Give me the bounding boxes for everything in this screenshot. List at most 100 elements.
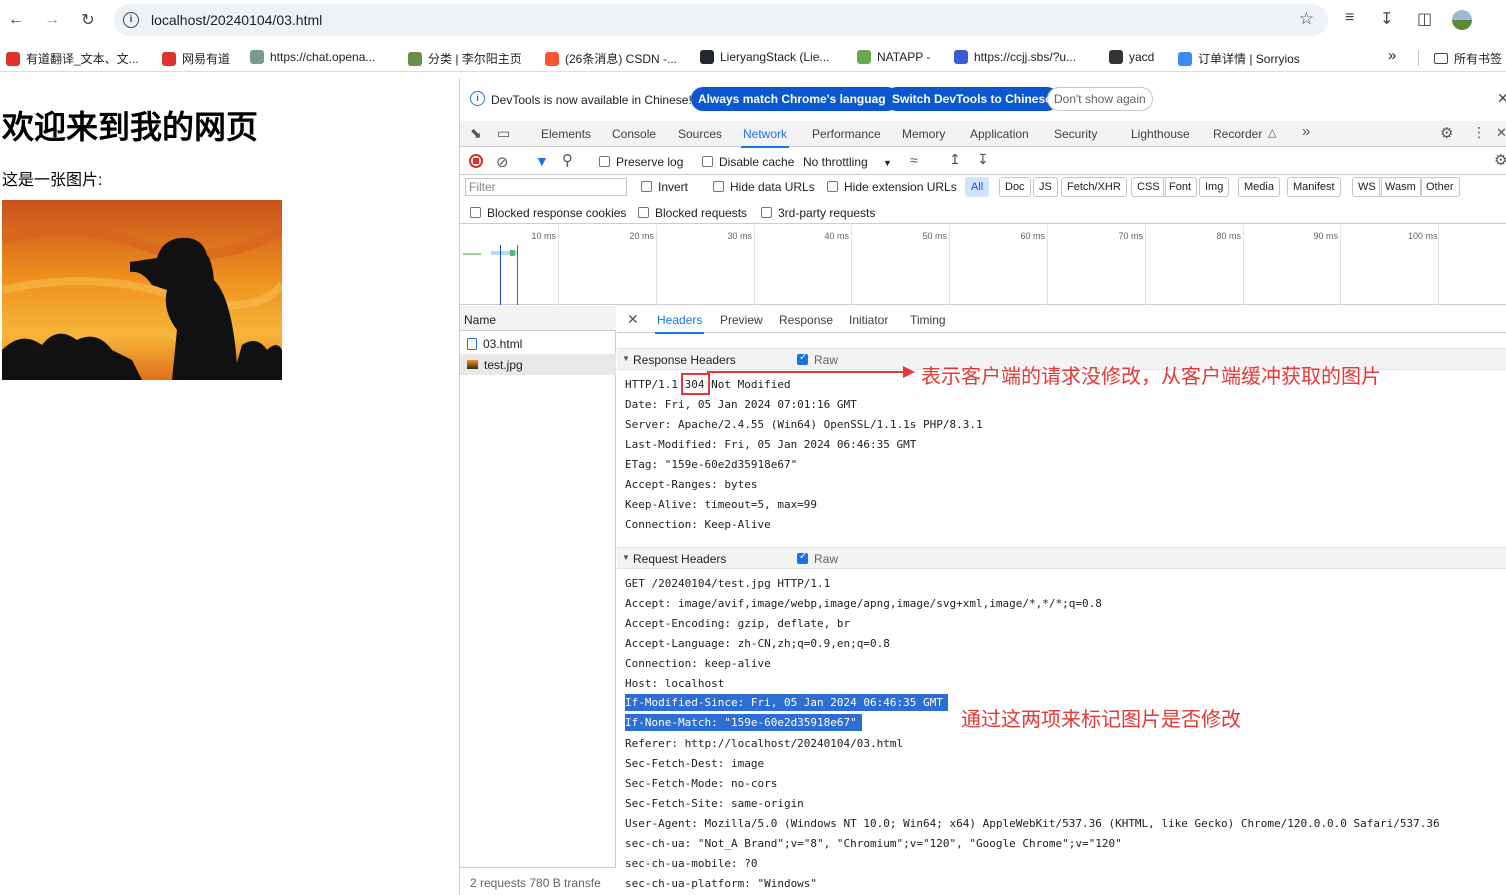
filter-type-doc[interactable]: Doc xyxy=(999,177,1031,197)
device-toolbar-icon[interactable]: ▭ xyxy=(497,125,510,142)
detail-tab-initiator[interactable]: Initiator xyxy=(849,313,888,327)
switch-chinese-button[interactable]: Switch DevTools to Chinese xyxy=(885,87,1059,111)
csdn-icon xyxy=(545,51,559,66)
close-detail-icon[interactable]: ✕ xyxy=(627,311,639,328)
filter-type-fetchxhr[interactable]: Fetch/XHR xyxy=(1061,177,1127,197)
landscape-icon xyxy=(408,51,422,66)
detail-tab-timing[interactable]: Timing xyxy=(910,313,946,327)
reading-list-icon[interactable]: ≡ xyxy=(1345,9,1354,27)
response-header-line: ETag: "159e-60e2d35918e67" xyxy=(625,458,798,471)
tab-performance[interactable]: Performance xyxy=(812,127,881,141)
tab-console[interactable]: Console xyxy=(612,127,656,141)
disable-cache-checkbox[interactable]: Disable cache xyxy=(702,155,794,169)
export-har-icon[interactable]: ↧ xyxy=(977,151,989,168)
kebab-menu-icon[interactable]: ⋮ xyxy=(1472,124,1486,141)
preserve-log-checkbox[interactable]: Preserve log xyxy=(599,155,683,169)
filter-type-css[interactable]: CSS xyxy=(1131,177,1166,197)
close-infobar-icon[interactable]: ✕ xyxy=(1497,90,1506,107)
network-overview-timeline[interactable]: 10 ms 20 ms 30 ms 40 ms 50 ms 60 ms 70 ms 80 ms… xyxy=(460,225,1506,305)
bookmark-label: NATAPP - xyxy=(877,50,931,64)
side-panel-icon[interactable]: ◫ xyxy=(1417,9,1432,29)
tab-lighthouse[interactable]: Lighthouse xyxy=(1131,127,1190,141)
bookmark-item[interactable]: 网易有道 xyxy=(162,50,230,67)
detail-tab-preview[interactable]: Preview xyxy=(720,313,763,327)
document-icon xyxy=(467,338,477,350)
import-har-icon[interactable]: ↥ xyxy=(949,151,961,168)
back-icon[interactable]: ← xyxy=(4,8,28,32)
bookmark-label: 网易有道 xyxy=(182,52,231,66)
bookmark-item[interactable]: 订单详情 | Sorryios xyxy=(1178,50,1300,67)
bookmark-item[interactable]: NATAPP - xyxy=(857,50,930,64)
cat-icon xyxy=(1109,50,1123,64)
inspect-element-icon[interactable]: ⬊ xyxy=(470,125,482,142)
bookmarks-overflow-icon[interactable]: » xyxy=(1388,47,1396,64)
url-text[interactable]: localhost/20240104/03.html xyxy=(151,12,322,28)
address-bar[interactable]: i localhost/20240104/03.html ☆ xyxy=(114,4,1328,36)
profile-avatar[interactable] xyxy=(1452,10,1472,30)
filter-type-manifest[interactable]: Manifest xyxy=(1287,177,1341,197)
filter-type-img[interactable]: Img xyxy=(1199,177,1230,197)
filter-type-ws[interactable]: WS xyxy=(1352,177,1382,197)
tab-memory[interactable]: Memory xyxy=(902,127,945,141)
clear-icon[interactable]: ⊘ xyxy=(496,153,509,171)
filter-funnel-icon[interactable]: ▼ xyxy=(535,153,549,169)
bookmark-item[interactable]: yacd xyxy=(1109,50,1154,64)
download-icon[interactable]: ↧ xyxy=(1380,9,1393,29)
request-headers-section[interactable]: ▼ Request Headers Raw xyxy=(617,547,1506,569)
chevron-down-icon: ▼ xyxy=(883,158,892,168)
request-row-html[interactable]: 03.html xyxy=(460,333,616,354)
raw-toggle[interactable]: Raw xyxy=(797,551,838,566)
tab-elements[interactable]: Elements xyxy=(541,127,591,141)
tab-recorder[interactable]: Recorder xyxy=(1213,127,1262,141)
all-bookmarks-folder[interactable]: 所有书签 xyxy=(1434,50,1502,67)
search-icon[interactable]: ⚲ xyxy=(562,151,573,169)
request-name: 03.html xyxy=(483,337,523,351)
filter-type-other[interactable]: Other xyxy=(1420,177,1460,197)
folder-icon xyxy=(1434,53,1448,64)
request-row-image[interactable]: test.jpg xyxy=(460,354,616,375)
request-header-line: Sec-Fetch-Dest: image xyxy=(625,757,765,770)
filter-type-wasm[interactable]: Wasm xyxy=(1379,177,1422,197)
filter-type-font[interactable]: Font xyxy=(1163,177,1198,197)
invert-checkbox[interactable]: Invert xyxy=(641,180,688,194)
bookmark-label: LieryangStack (Lie... xyxy=(720,50,830,64)
bookmark-item[interactable]: LieryangStack (Lie... xyxy=(700,50,829,64)
record-stop-icon[interactable] xyxy=(469,154,483,168)
dont-show-again-button[interactable]: Don't show again xyxy=(1047,87,1153,111)
settings-gear-icon[interactable]: ⚙ xyxy=(1440,124,1453,142)
close-devtools-icon[interactable]: ✕ xyxy=(1496,125,1506,141)
bookmark-item[interactable]: https://chat.opena... xyxy=(250,50,375,64)
filter-type-media[interactable]: Media xyxy=(1238,177,1280,197)
name-column-header[interactable]: Name xyxy=(460,306,616,331)
throttling-select[interactable]: No throttling ▼ xyxy=(803,155,892,169)
match-language-button[interactable]: Always match Chrome's language xyxy=(691,87,900,111)
tab-application[interactable]: Application xyxy=(970,127,1029,141)
filter-type-all[interactable]: All xyxy=(965,177,990,197)
hide-extension-urls-checkbox[interactable]: Hide extension URLs xyxy=(827,180,957,194)
more-tabs-icon[interactable]: » xyxy=(1302,123,1310,140)
site-info-icon[interactable]: i xyxy=(123,12,139,28)
bookmark-item[interactable]: 有道翻译_文本、文... xyxy=(6,50,139,67)
detail-tab-response[interactable]: Response xyxy=(779,313,833,327)
blocked-cookies-checkbox[interactable]: Blocked response cookies xyxy=(470,206,626,220)
tab-sources[interactable]: Sources xyxy=(678,127,722,141)
detail-tab-headers[interactable]: Headers xyxy=(654,313,705,334)
bookmark-item[interactable]: (26条消息) CSDN -... xyxy=(545,50,677,67)
network-conditions-icon[interactable]: ≈ xyxy=(910,152,918,168)
timeline-tick-label: 30 ms xyxy=(727,231,752,241)
filter-input[interactable]: Filter xyxy=(465,178,627,196)
bookmarks-bar: 有道翻译_文本、文... 网易有道 https://chat.opena... 分类 … xyxy=(0,44,1506,72)
hide-data-urls-checkbox[interactable]: Hide data URLs xyxy=(713,180,815,194)
network-settings-icon[interactable]: ⚙ xyxy=(1494,151,1506,169)
timeline-bar xyxy=(463,253,481,255)
reload-icon[interactable]: ↻ xyxy=(76,8,100,32)
forward-icon[interactable]: → xyxy=(40,8,64,32)
bookmark-star-icon[interactable]: ☆ xyxy=(1299,9,1314,29)
blocked-requests-checkbox[interactable]: Blocked requests xyxy=(638,206,747,220)
filter-type-js[interactable]: JS xyxy=(1033,177,1058,197)
bookmark-item[interactable]: https://ccjj.sbs/?u... xyxy=(954,50,1076,64)
tab-security[interactable]: Security xyxy=(1054,127,1097,141)
bookmark-item[interactable]: 分类 | 李尔阳主页 xyxy=(408,50,522,67)
third-party-checkbox[interactable]: 3rd-party requests xyxy=(761,206,875,220)
tab-network[interactable]: Network xyxy=(740,127,790,148)
